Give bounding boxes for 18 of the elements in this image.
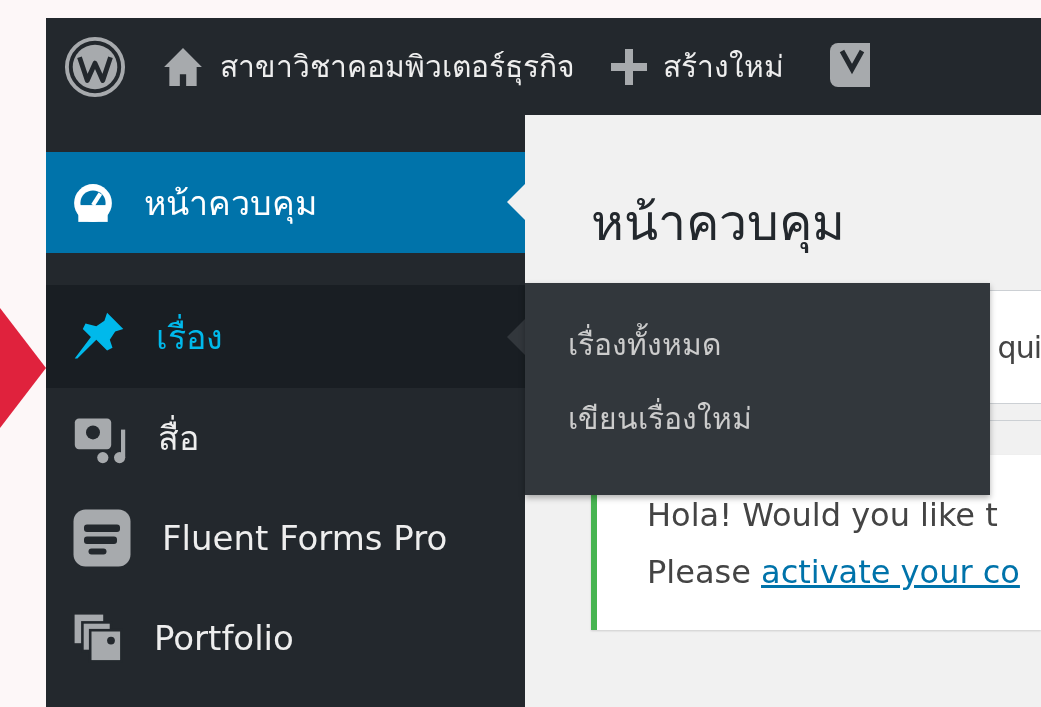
notice-text: Hola! Would you like t bbox=[647, 495, 999, 536]
sidebar-item[interactable]: เรื่อง bbox=[46, 285, 525, 388]
panel-text: qui bbox=[997, 329, 1041, 365]
images-icon bbox=[72, 612, 124, 664]
new-content-link[interactable]: สร้างใหม่ bbox=[663, 43, 784, 90]
forms-icon bbox=[72, 508, 132, 568]
pointer-arrow-icon bbox=[0, 308, 46, 428]
page-title: หน้าควบคุม bbox=[591, 193, 846, 255]
sidebar-item[interactable]: สื่อ bbox=[46, 388, 525, 488]
site-name-link[interactable]: สาขาวิชาคอมพิวเตอร์ธุรกิจ bbox=[220, 43, 575, 90]
activate-link[interactable]: activate your co bbox=[761, 552, 1020, 591]
sidebar-item[interactable]: หน้าควบคุม bbox=[46, 152, 525, 253]
notice-text: Please activate your co bbox=[647, 551, 1021, 593]
wordpress-logo-icon[interactable] bbox=[64, 35, 126, 98]
gauge-icon bbox=[72, 181, 114, 224]
sidebar-item[interactable]: Fluent Forms Pro bbox=[46, 488, 525, 588]
sidebar-item[interactable]: Portfolio bbox=[46, 588, 525, 688]
plus-icon[interactable] bbox=[609, 46, 649, 87]
